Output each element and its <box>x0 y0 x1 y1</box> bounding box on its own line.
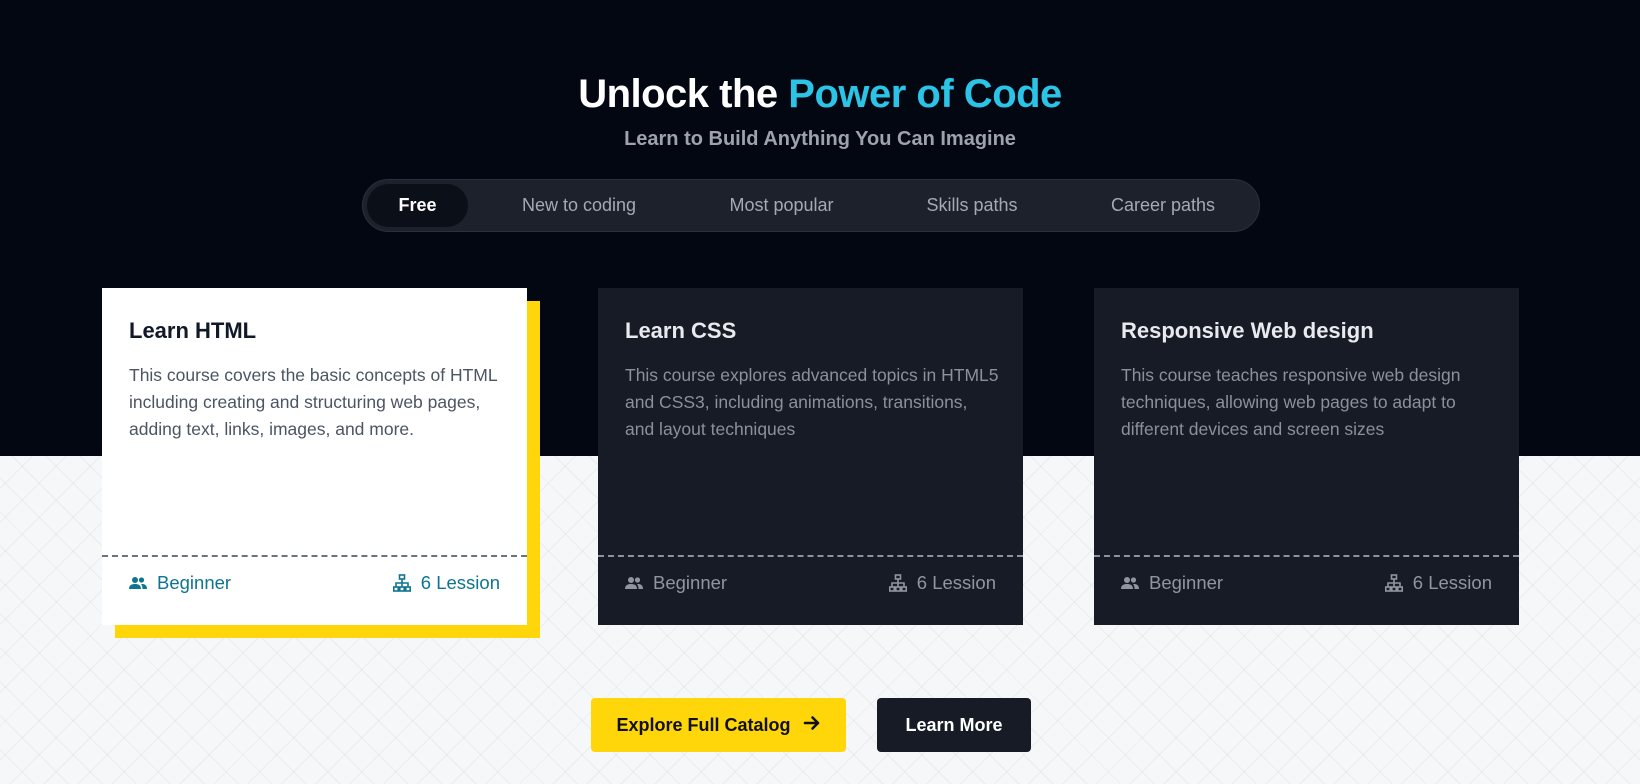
course-level: Beginner <box>1121 572 1223 594</box>
hero-title: Unlock the Power of Code <box>0 72 1640 117</box>
course-title: Responsive Web design <box>1121 318 1374 343</box>
tab-most-popular[interactable]: Most popular <box>690 184 873 227</box>
hero-subtitle: Learn to Build Anything You Can Imagine <box>624 128 1016 150</box>
explore-catalog-label: Explore Full Catalog <box>616 714 791 735</box>
users-icon <box>625 576 643 590</box>
tab-new-to-coding[interactable]: New to coding <box>468 184 690 227</box>
course-level-label: Beginner <box>653 572 728 593</box>
sitemap-icon <box>1384 574 1403 592</box>
explore-catalog-button[interactable]: Explore Full Catalog <box>591 698 846 752</box>
course-title: Learn HTML <box>129 318 257 343</box>
hero-title-accent: Power of Code <box>788 72 1062 116</box>
course-lessons-label: 6 Lession <box>916 572 996 593</box>
tab-career-paths[interactable]: Career paths <box>1071 184 1255 227</box>
users-icon <box>1121 576 1139 590</box>
course-level-label: Beginner <box>1149 572 1224 593</box>
tab-skills-paths[interactable]: Skills paths <box>873 184 1071 227</box>
course-lessons-label: 6 Lession <box>420 572 500 593</box>
course-title: Learn CSS <box>625 318 737 343</box>
course-description: This course covers the basic concepts of… <box>129 365 497 439</box>
sitemap-icon <box>888 574 907 592</box>
tab-free[interactable]: Free <box>367 184 468 227</box>
card-divider <box>1094 555 1519 557</box>
course-level-label: Beginner <box>157 572 232 593</box>
course-lessons-label: 6 Lession <box>1412 572 1492 593</box>
course-card-css[interactable]: Learn CSS This course explores advanced … <box>598 288 1023 625</box>
course-lessons: 6 Lession <box>888 572 996 594</box>
course-filter-tabs: Free New to coding Most popular Skills p… <box>362 179 1260 232</box>
course-meta: Beginner 6 Lession <box>1121 568 1492 598</box>
course-level: Beginner <box>129 572 231 594</box>
card-divider <box>598 555 1023 557</box>
course-level: Beginner <box>625 572 727 594</box>
hero-title-main: Unlock the <box>578 72 789 116</box>
course-lessons: 6 Lession <box>1384 572 1492 594</box>
sitemap-icon <box>392 574 411 592</box>
arrow-right-icon <box>803 715 821 736</box>
users-icon <box>129 576 147 590</box>
learn-more-button[interactable]: Learn More <box>877 698 1031 752</box>
course-card-responsive[interactable]: Responsive Web design This course teache… <box>1094 288 1519 625</box>
course-description: This course explores advanced topics in … <box>625 365 999 439</box>
course-card-html[interactable]: Learn HTML This course covers the basic … <box>102 288 527 625</box>
course-meta: Beginner 6 Lession <box>625 568 996 598</box>
course-lessons: 6 Lession <box>392 572 500 594</box>
course-description: This course teaches responsive web desig… <box>1121 365 1461 439</box>
card-divider <box>102 555 527 557</box>
course-meta: Beginner 6 Lession <box>129 568 500 598</box>
